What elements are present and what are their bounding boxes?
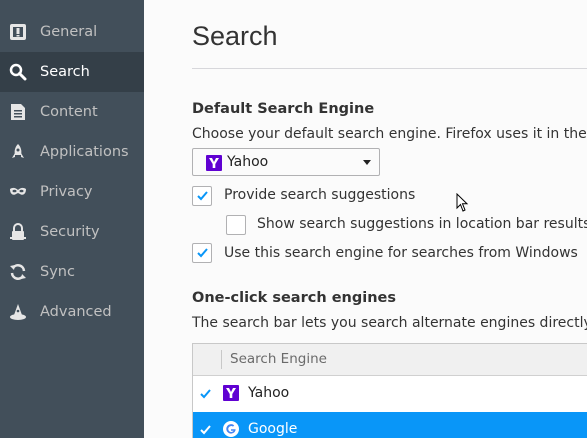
security-icon [9,223,27,241]
yahoo-icon [223,385,239,405]
mouse-cursor-icon [456,193,469,212]
sidebar-item-content[interactable]: Content [0,92,144,132]
windows-search-label: Use this search engine for searches from… [224,245,578,261]
default-engine-dropdown[interactable]: Yahoo [192,148,380,176]
location-bar-suggestions-label: Show search suggestions in location bar … [257,216,587,232]
yahoo-icon [206,155,222,175]
advanced-wizard-icon [9,303,27,321]
sidebar-item-label: Privacy [40,184,93,200]
sidebar-item-label: Search [40,64,90,80]
checkmark-icon[interactable] [199,423,212,436]
sidebar: General Search Content Applications Priv… [0,0,144,438]
sidebar-item-label: General [40,24,98,40]
sidebar-item-label: Content [40,104,98,120]
chevron-down-icon [363,160,371,165]
column-separator [221,350,222,369]
sync-icon [9,263,27,281]
engine-name: Yahoo [248,385,290,401]
windows-search-checkbox[interactable] [192,243,212,263]
provide-suggestions-checkbox[interactable] [192,186,212,206]
location-bar-suggestions-checkbox[interactable] [226,215,246,235]
checkmark-icon[interactable] [199,387,212,400]
provide-suggestions-label: Provide search suggestions [224,187,416,203]
checkmark-icon [197,248,208,258]
table-header: Search Engine [193,344,587,376]
sidebar-item-label: Applications [40,144,129,160]
sidebar-item-security[interactable]: Security [0,212,144,252]
one-click-description: The search bar lets you search alternate… [192,315,587,331]
engine-name: Google [248,421,298,437]
one-click-heading: One-click search engines [192,290,396,306]
content-icon [9,103,27,121]
sidebar-item-advanced[interactable]: Advanced [0,292,144,332]
sidebar-item-label: Security [40,224,100,240]
main-content: Search Default Search Engine Choose your… [144,0,587,438]
title-divider [192,68,587,69]
default-engine-heading: Default Search Engine [192,101,375,117]
sidebar-item-applications[interactable]: Applications [0,132,144,172]
sidebar-item-label: Sync [40,264,75,280]
default-engine-selected: Yahoo [227,154,269,170]
page-title: Search [192,21,278,51]
column-header-search-engine[interactable]: Search Engine [230,351,327,367]
privacy-mask-icon [9,183,27,201]
default-engine-description: Choose your default search engine. Firef… [192,126,587,142]
checkmark-icon [197,191,208,201]
general-icon [9,23,27,41]
google-icon [223,421,239,438]
table-row[interactable]: Yahoo [193,376,587,412]
table-row[interactable]: Google [193,412,587,438]
sidebar-item-privacy[interactable]: Privacy [0,172,144,212]
one-click-engines-table: Search Engine Yahoo Google [192,343,587,438]
applications-icon [9,143,27,161]
search-icon [9,63,27,81]
sidebar-item-label: Advanced [40,304,112,320]
sidebar-item-search[interactable]: Search [0,52,144,92]
sidebar-item-sync[interactable]: Sync [0,252,144,292]
sidebar-item-general[interactable]: General [0,12,144,52]
